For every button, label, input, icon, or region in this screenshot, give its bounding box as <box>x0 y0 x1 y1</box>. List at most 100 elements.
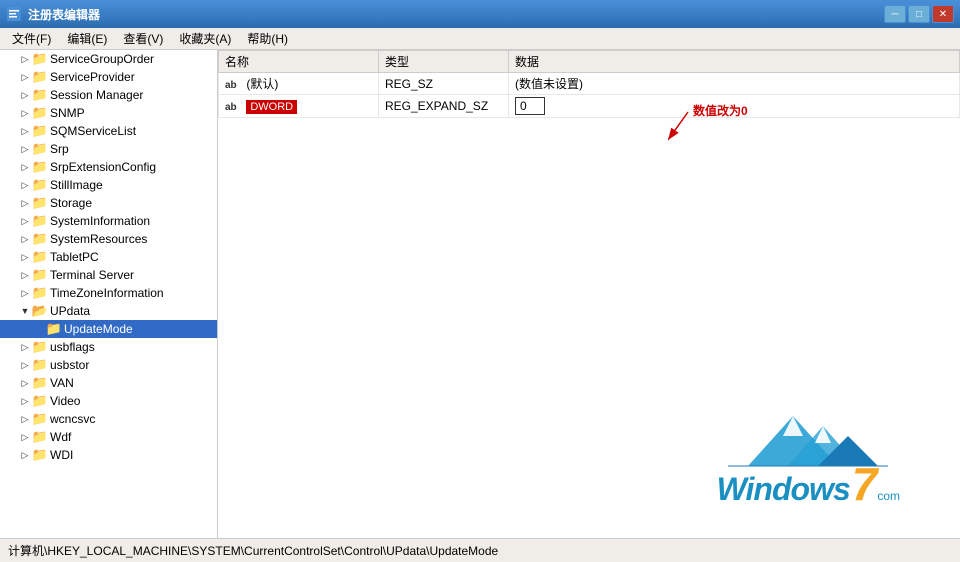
seven-text: 7 <box>852 461 878 507</box>
expand-icon: ▷ <box>18 286 32 300</box>
tree-item-srpextensionconfig[interactable]: ▷ 📁 SrpExtensionConfig <box>0 158 217 176</box>
window-title: 注册表编辑器 <box>28 6 884 23</box>
tree-item-tabletpc[interactable]: ▷ 📁 TabletPC <box>0 248 217 266</box>
ab-icon: ab <box>225 80 241 91</box>
expand-icon: ▷ <box>18 178 32 192</box>
tree-item-wdf[interactable]: ▷ 📁 Wdf <box>0 428 217 446</box>
expand-icon: ▷ <box>18 142 32 156</box>
tree-item-terminal-server[interactable]: ▷ 📁 Terminal Server <box>0 266 217 284</box>
tree-label: SrpExtensionConfig <box>50 160 156 174</box>
menu-favorites[interactable]: 收藏夹(A) <box>171 28 239 49</box>
col-header-name: 名称 <box>219 51 379 73</box>
tree-item-sqmservicelist[interactable]: ▷ 📁 SQMServiceList <box>0 122 217 140</box>
window-controls: ─ □ ✕ <box>884 5 954 23</box>
reg-name-dword: ab DWORD <box>219 95 379 118</box>
tree-label: TimeZoneInformation <box>50 286 164 300</box>
table-row-default[interactable]: ab (默认) REG_SZ (数值未设置) <box>219 73 960 95</box>
registry-values-panel: 名称 类型 数据 ab (默认) REG_SZ (数值未设置) ab <box>218 50 960 538</box>
tree-item-snmp[interactable]: ▷ 📁 SNMP <box>0 104 217 122</box>
tree-item-serviceprovider[interactable]: ▷ 📁 ServiceProvider <box>0 68 217 86</box>
menu-help[interactable]: 帮助(H) <box>239 28 296 49</box>
tree-item-srp[interactable]: ▷ 📁 Srp <box>0 140 217 158</box>
tree-label: wcncsvc <box>50 412 95 426</box>
folder-icon: 📁 <box>32 106 48 120</box>
expand-icon: ▷ <box>18 340 32 354</box>
tree-label: WDI <box>50 448 73 462</box>
tree-item-video[interactable]: ▷ 📁 Video <box>0 392 217 410</box>
col-header-data: 数据 <box>509 51 960 73</box>
folder-icon: 📁 <box>32 376 48 390</box>
tree-label: TabletPC <box>50 250 99 264</box>
annotation-text: 数值改为0 <box>693 102 748 119</box>
expand-icon: ▼ <box>18 304 32 318</box>
folder-icon: 📁 <box>32 196 48 210</box>
tree-label: Session Manager <box>50 88 143 102</box>
expand-icon: ▷ <box>18 430 32 444</box>
tree-label: SQMServiceList <box>50 124 136 138</box>
tree-label: StillImage <box>50 178 103 192</box>
registry-table: 名称 类型 数据 ab (默认) REG_SZ (数值未设置) ab <box>218 50 960 118</box>
tree-item-usbflags[interactable]: ▷ 📁 usbflags <box>0 338 217 356</box>
tree-item-wcncsvc[interactable]: ▷ 📁 wcncsvc <box>0 410 217 428</box>
maximize-button[interactable]: □ <box>908 5 930 23</box>
folder-icon: 📁 <box>32 412 48 426</box>
expand-icon: ▷ <box>18 448 32 462</box>
tree-label: Storage <box>50 196 92 210</box>
tree-item-updata[interactable]: ▼ 📂 UPdata <box>0 302 217 320</box>
tree-label: ServiceGroupOrder <box>50 52 154 66</box>
status-text: 计算机\HKEY_LOCAL_MACHINE\SYSTEM\CurrentCon… <box>8 542 498 559</box>
watermark-container: Windows 7 com <box>717 401 900 508</box>
expand-icon: ▷ <box>18 376 32 390</box>
expand-icon: ▷ <box>18 394 32 408</box>
tree-label: Wdf <box>50 430 71 444</box>
tree-label: VAN <box>50 376 74 390</box>
tree-label: Video <box>50 394 80 408</box>
close-button[interactable]: ✕ <box>932 5 954 23</box>
tree-item-systemresources[interactable]: ▷ 📁 SystemResources <box>0 230 217 248</box>
expand-icon: ▷ <box>18 412 32 426</box>
folder-icon: 📁 <box>32 124 48 138</box>
expand-icon: ▷ <box>18 232 32 246</box>
tree-item-usbstor[interactable]: ▷ 📁 usbstor <box>0 356 217 374</box>
tree-item-stillimage[interactable]: ▷ 📁 StillImage <box>0 176 217 194</box>
tree-label: ServiceProvider <box>50 70 135 84</box>
tree-item-wdi[interactable]: ▷ 📁 WDI <box>0 446 217 464</box>
tree-label: SystemResources <box>50 232 147 246</box>
title-bar: 注册表编辑器 ─ □ ✕ <box>0 0 960 28</box>
reg-data-default: (数值未设置) <box>509 73 960 95</box>
folder-icon: 📁 <box>32 70 48 84</box>
tree-item-servicegrouporder[interactable]: ▷ 📁 ServiceGroupOrder <box>0 50 217 68</box>
folder-icon: 📁 <box>32 268 48 282</box>
minimize-button[interactable]: ─ <box>884 5 906 23</box>
reg-type-dword: REG_EXPAND_SZ <box>379 95 509 118</box>
menu-bar: 文件(F) 编辑(E) 查看(V) 收藏夹(A) 帮助(H) <box>0 28 960 50</box>
tree-item-updatemode[interactable]: 📁 UpdateMode <box>0 320 217 338</box>
status-bar: 计算机\HKEY_LOCAL_MACHINE\SYSTEM\CurrentCon… <box>0 538 960 562</box>
tree-scroll-content[interactable]: ▷ 📁 ServiceGroupOrder ▷ 📁 ServiceProvide… <box>0 50 217 464</box>
expand-icon: ▷ <box>18 106 32 120</box>
tree-label: Srp <box>50 142 69 156</box>
registry-tree: ▷ 📁 ServiceGroupOrder ▷ 📁 ServiceProvide… <box>0 50 218 538</box>
tree-label: usbstor <box>50 358 89 372</box>
expand-icon: ▷ <box>18 214 32 228</box>
menu-view[interactable]: 查看(V) <box>115 28 171 49</box>
tree-item-systeminformation[interactable]: ▷ 📁 SystemInformation <box>0 212 217 230</box>
tree-item-van[interactable]: ▷ 📁 VAN <box>0 374 217 392</box>
menu-file[interactable]: 文件(F) <box>4 28 59 49</box>
expand-icon: ▷ <box>18 160 32 174</box>
table-row-dword[interactable]: ab DWORD REG_EXPAND_SZ 0 <box>219 95 960 118</box>
expand-icon: ▷ <box>18 52 32 66</box>
tree-item-timezoneinfo[interactable]: ▷ 📁 TimeZoneInformation <box>0 284 217 302</box>
tree-label: usbflags <box>50 340 95 354</box>
expand-icon <box>32 322 46 336</box>
menu-edit[interactable]: 编辑(E) <box>59 28 115 49</box>
main-content: ▷ 📁 ServiceGroupOrder ▷ 📁 ServiceProvide… <box>0 50 960 538</box>
expand-icon: ▷ <box>18 88 32 102</box>
expand-icon: ▷ <box>18 358 32 372</box>
folder-icon: 📁 <box>32 232 48 246</box>
tree-item-storage[interactable]: ▷ 📁 Storage <box>0 194 217 212</box>
tree-item-session-manager[interactable]: ▷ 📁 Session Manager <box>0 86 217 104</box>
col-header-type: 类型 <box>379 51 509 73</box>
folder-icon: 📁 <box>32 178 48 192</box>
expand-icon: ▷ <box>18 196 32 210</box>
